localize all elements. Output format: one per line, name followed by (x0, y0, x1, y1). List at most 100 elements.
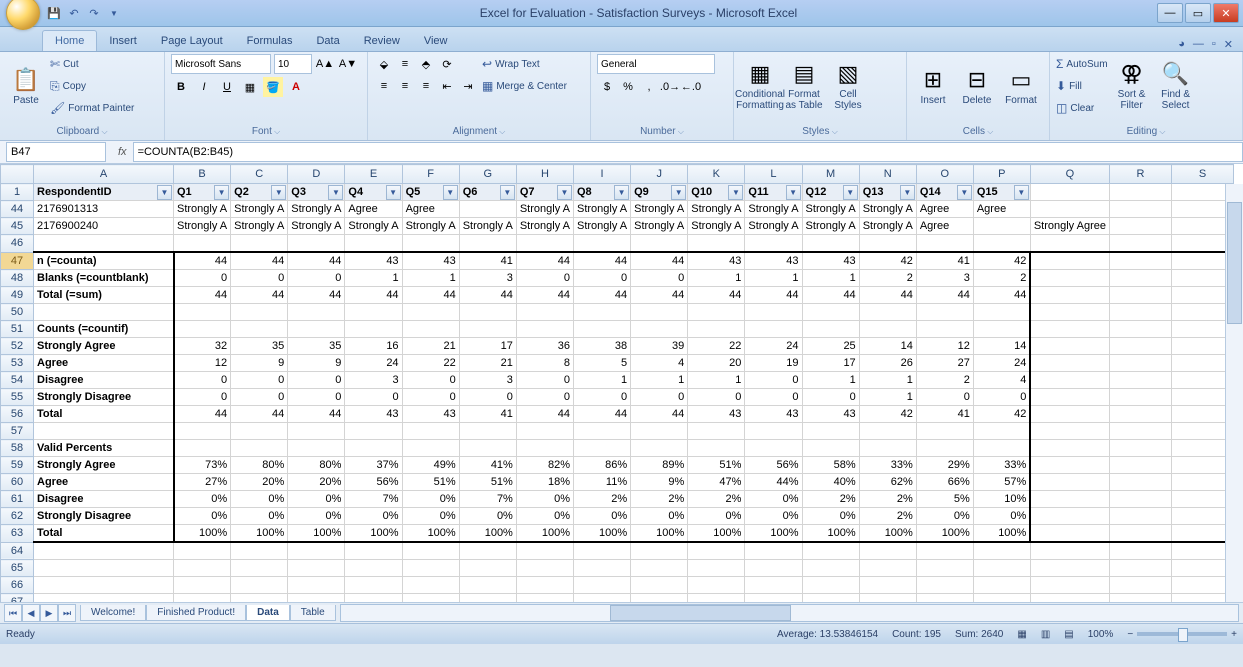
cell[interactable]: 0% (345, 508, 402, 525)
cell[interactable] (1030, 389, 1109, 406)
cell[interactable] (1030, 252, 1109, 270)
cell[interactable] (231, 542, 288, 560)
cell[interactable]: 1 (745, 270, 802, 287)
qat-save-icon[interactable]: 💾 (46, 5, 62, 21)
percent-button[interactable]: % (618, 77, 638, 97)
cell[interactable] (1030, 270, 1109, 287)
cell[interactable]: 44 (288, 252, 345, 270)
filter-dropdown-icon[interactable]: ▼ (500, 185, 515, 200)
cell[interactable] (1109, 594, 1171, 603)
row-header-44[interactable]: 44 (1, 201, 34, 218)
number-format-combo[interactable]: General (597, 54, 715, 74)
cell[interactable]: 33% (859, 457, 916, 474)
cell[interactable]: 0 (288, 270, 345, 287)
cell[interactable]: Strongly A (288, 218, 345, 235)
filter-header[interactable]: Q10▼ (688, 184, 745, 201)
cell[interactable] (1109, 542, 1171, 560)
cell[interactable] (745, 577, 802, 594)
filter-header[interactable]: Q14▼ (916, 184, 973, 201)
cell[interactable]: 0% (573, 508, 630, 525)
filter-dropdown-icon[interactable]: ▼ (214, 185, 229, 200)
cell[interactable] (1109, 560, 1171, 577)
cell[interactable]: Strongly A (802, 218, 859, 235)
column-header-K[interactable]: K (688, 165, 745, 184)
cell[interactable]: 1 (802, 372, 859, 389)
cell[interactable]: 0 (231, 372, 288, 389)
row-header-67[interactable]: 67 (1, 594, 34, 603)
paste-button[interactable]: 📋 Paste (6, 54, 46, 118)
cell[interactable] (631, 304, 688, 321)
align-right-button[interactable]: ≡ (416, 76, 436, 96)
cell[interactable] (1030, 560, 1109, 577)
cell[interactable] (916, 542, 973, 560)
format-painter-button[interactable]: 🖌Format Painter (50, 98, 134, 118)
cell[interactable] (859, 423, 916, 440)
cell[interactable]: Strongly A (231, 201, 288, 218)
cell[interactable] (1109, 525, 1171, 543)
cell[interactable]: 1 (859, 372, 916, 389)
cell[interactable] (1030, 508, 1109, 525)
cell[interactable] (1030, 491, 1109, 508)
cell[interactable] (516, 577, 573, 594)
column-header-I[interactable]: I (573, 165, 630, 184)
column-header-O[interactable]: O (916, 165, 973, 184)
cell[interactable] (802, 304, 859, 321)
cell[interactable]: Strongly A (288, 201, 345, 218)
cell[interactable] (859, 542, 916, 560)
row-header-56[interactable]: 56 (1, 406, 34, 423)
sheet-tab-finished-product-[interactable]: Finished Product! (146, 605, 246, 621)
cell[interactable]: 14 (859, 338, 916, 355)
cell[interactable] (345, 440, 402, 457)
cell[interactable]: 41 (459, 406, 516, 423)
cell[interactable] (802, 440, 859, 457)
sheet-tab-table[interactable]: Table (290, 605, 336, 621)
cell[interactable]: 0 (573, 389, 630, 406)
cell[interactable]: Agree (916, 201, 973, 218)
filter-header[interactable]: RespondentID▼ (34, 184, 174, 201)
cell[interactable]: 100% (573, 525, 630, 543)
cell[interactable]: 44 (231, 406, 288, 423)
column-header-L[interactable]: L (745, 165, 802, 184)
cell[interactable]: 2% (573, 491, 630, 508)
cell[interactable] (459, 201, 516, 218)
cell[interactable] (688, 560, 745, 577)
cell[interactable]: 36 (516, 338, 573, 355)
filter-header[interactable]: Q7▼ (516, 184, 573, 201)
cell[interactable] (288, 321, 345, 338)
cell[interactable] (573, 304, 630, 321)
row-header-63[interactable]: 63 (1, 525, 34, 543)
row-header-64[interactable]: 64 (1, 542, 34, 560)
cell[interactable]: 33% (973, 457, 1030, 474)
cell[interactable]: Total (34, 525, 174, 543)
cell[interactable] (859, 321, 916, 338)
align-center-button[interactable]: ≡ (395, 76, 415, 96)
cell[interactable]: 18% (516, 474, 573, 491)
cell[interactable]: 1 (345, 270, 402, 287)
row-header-62[interactable]: 62 (1, 508, 34, 525)
cell[interactable]: 42 (973, 252, 1030, 270)
cell[interactable]: 41 (459, 252, 516, 270)
currency-button[interactable]: $ (597, 77, 617, 97)
cell[interactable] (1109, 474, 1171, 491)
column-header-E[interactable]: E (345, 165, 402, 184)
cell[interactable]: 20 (688, 355, 745, 372)
format-cells-button[interactable]: ▭Format (1001, 54, 1041, 118)
cell[interactable] (973, 440, 1030, 457)
row-header-66[interactable]: 66 (1, 577, 34, 594)
cell[interactable]: 0 (174, 389, 231, 406)
view-normal-icon[interactable]: ▦ (1017, 629, 1026, 640)
cell[interactable] (745, 542, 802, 560)
cell[interactable]: 100% (459, 525, 516, 543)
fill-color-button[interactable]: 🪣 (263, 77, 283, 97)
cell[interactable]: 38 (573, 338, 630, 355)
cell[interactable]: 22 (688, 338, 745, 355)
cell[interactable] (1109, 508, 1171, 525)
row-header-46[interactable]: 46 (1, 235, 34, 253)
column-header-A[interactable]: A (34, 165, 174, 184)
cell[interactable] (1109, 423, 1171, 440)
cell[interactable] (573, 594, 630, 603)
cell[interactable]: 11% (573, 474, 630, 491)
cell[interactable]: Strongly A (345, 218, 402, 235)
cell[interactable]: 42 (859, 252, 916, 270)
cell[interactable]: 1 (402, 270, 459, 287)
